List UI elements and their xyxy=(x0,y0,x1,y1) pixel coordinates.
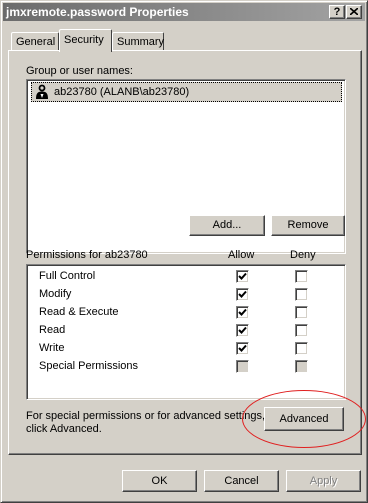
permission-full-control: Full Control xyxy=(39,270,96,282)
window-title: jmxremote.password Properties xyxy=(6,5,189,19)
permission-modify: Modify xyxy=(39,288,72,300)
checkmark-icon xyxy=(238,344,247,352)
ok-button[interactable]: OK xyxy=(122,470,197,492)
tab-summary-label: Summary xyxy=(117,36,165,48)
tab-general[interactable]: General xyxy=(11,32,59,50)
add-button[interactable]: Add... xyxy=(189,215,265,236)
deny-read-checkbox[interactable] xyxy=(295,324,308,337)
permission-read-execute: Read & Execute xyxy=(39,306,119,318)
allow-header: Allow xyxy=(228,249,255,261)
advanced-hint-line2: click Advanced. xyxy=(26,423,102,435)
deny-special-checkbox[interactable] xyxy=(295,360,308,373)
allow-full-control-checkbox[interactable] xyxy=(236,270,249,283)
checkmark-icon xyxy=(238,308,247,316)
user-name: ab23780 (ALANB\ab23780) xyxy=(54,86,190,98)
user-icon xyxy=(36,84,48,99)
close-icon xyxy=(350,8,358,15)
allow-read-execute-checkbox[interactable] xyxy=(236,306,249,319)
allow-special-checkbox[interactable] xyxy=(236,360,249,373)
allow-write-checkbox[interactable] xyxy=(236,342,249,355)
permission-read: Read xyxy=(39,324,66,336)
checkmark-icon xyxy=(238,326,247,334)
permissions-list: Full Control Modify Read & Execute Read … xyxy=(26,264,346,400)
allow-modify-checkbox[interactable] xyxy=(236,288,249,301)
group-user-names-label: Group or user names: xyxy=(26,65,133,77)
checkmark-icon xyxy=(238,272,247,280)
properties-dialog: jmxremote.password Properties ? General … xyxy=(0,0,368,503)
deny-read-execute-checkbox[interactable] xyxy=(295,306,308,319)
list-item-user[interactable]: ab23780 (ALANB\ab23780) xyxy=(31,82,342,102)
tab-security-label: Security xyxy=(64,34,104,46)
apply-button[interactable]: Apply xyxy=(286,470,361,492)
tab-general-label: General xyxy=(16,36,56,48)
tab-security[interactable]: Security xyxy=(59,29,112,52)
title-bar[interactable]: jmxremote.password Properties ? xyxy=(3,3,365,21)
permissions-for-label: Permissions for ab23780 xyxy=(26,249,148,261)
remove-button[interactable]: Remove xyxy=(271,215,345,236)
security-tab-panel: Group or user names: ab23780 (ALANB\ab23… xyxy=(8,50,362,455)
help-button[interactable]: ? xyxy=(329,5,345,19)
permission-write: Write xyxy=(39,342,65,354)
advanced-button[interactable]: Advanced xyxy=(264,407,344,431)
deny-write-checkbox[interactable] xyxy=(295,342,308,355)
advanced-hint-line1: For special permissions or for advanced … xyxy=(26,410,266,422)
close-button[interactable] xyxy=(346,5,362,19)
deny-full-control-checkbox[interactable] xyxy=(295,270,308,283)
tab-summary[interactable]: Summary xyxy=(112,32,164,50)
deny-modify-checkbox[interactable] xyxy=(295,288,308,301)
permission-special: Special Permissions xyxy=(39,360,139,372)
deny-header: Deny xyxy=(290,249,316,261)
allow-read-checkbox[interactable] xyxy=(236,324,249,337)
checkmark-icon xyxy=(238,290,247,298)
cancel-button[interactable]: Cancel xyxy=(204,470,279,492)
